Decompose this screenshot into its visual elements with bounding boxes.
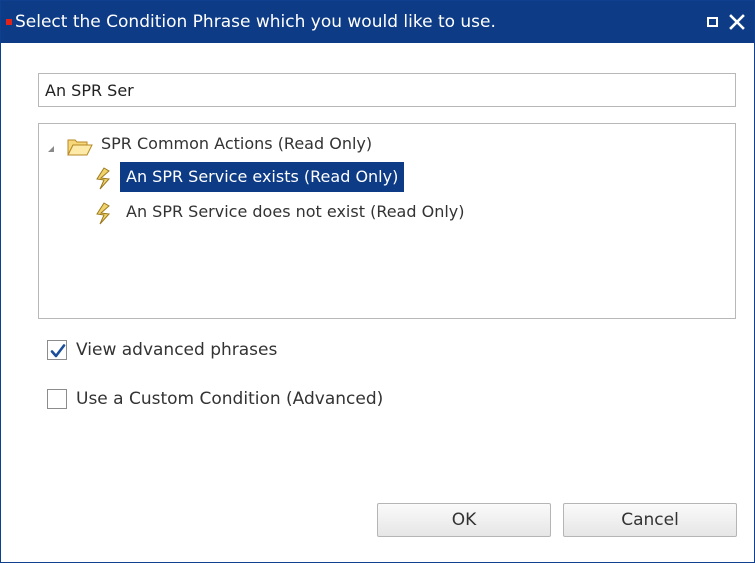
- tree-item-label: An SPR Service exists (Read Only): [120, 162, 405, 192]
- view-advanced-phrases-checkbox[interactable]: [47, 340, 67, 360]
- tree-item-label: An SPR Service does not exist (Read Only…: [126, 202, 465, 221]
- phrase-tree[interactable]: SPR Common Actions (Read Only) An SPR Se…: [38, 123, 736, 319]
- search-input[interactable]: [38, 73, 736, 107]
- view-advanced-phrases-label: View advanced phrases: [76, 340, 278, 360]
- expand-collapse-arrow-icon[interactable]: [48, 146, 54, 152]
- tree-root-label: SPR Common Actions (Read Only): [101, 134, 373, 153]
- custom-condition-checkbox[interactable]: [47, 389, 67, 409]
- checkmark-icon: [50, 344, 66, 358]
- maximize-button[interactable]: [703, 12, 723, 32]
- condition-phrase-dialog: Select the Condition Phrase which you wo…: [0, 0, 755, 563]
- cancel-button[interactable]: Cancel: [563, 503, 737, 537]
- tree-item-spr-service-exists[interactable]: An SPR Service exists (Read Only): [39, 162, 735, 192]
- custom-condition-label: Use a Custom Condition (Advanced): [76, 389, 384, 409]
- condition-phrase-icon: [96, 167, 111, 190]
- tree-node-spr-common-actions[interactable]: SPR Common Actions (Read Only): [39, 127, 735, 157]
- title-marker-icon: [6, 19, 12, 25]
- close-icon: [729, 14, 745, 30]
- ok-button[interactable]: OK: [377, 503, 551, 537]
- dialog-title: Select the Condition Phrase which you wo…: [15, 12, 496, 32]
- tree-item-spr-service-not-exist[interactable]: An SPR Service does not exist (Read Only…: [39, 197, 735, 227]
- dialog-titlebar[interactable]: Select the Condition Phrase which you wo…: [1, 1, 754, 43]
- open-folder-icon: [67, 139, 93, 156]
- maximize-icon: [707, 17, 718, 27]
- condition-phrase-icon: [96, 202, 111, 225]
- close-button[interactable]: [727, 12, 747, 32]
